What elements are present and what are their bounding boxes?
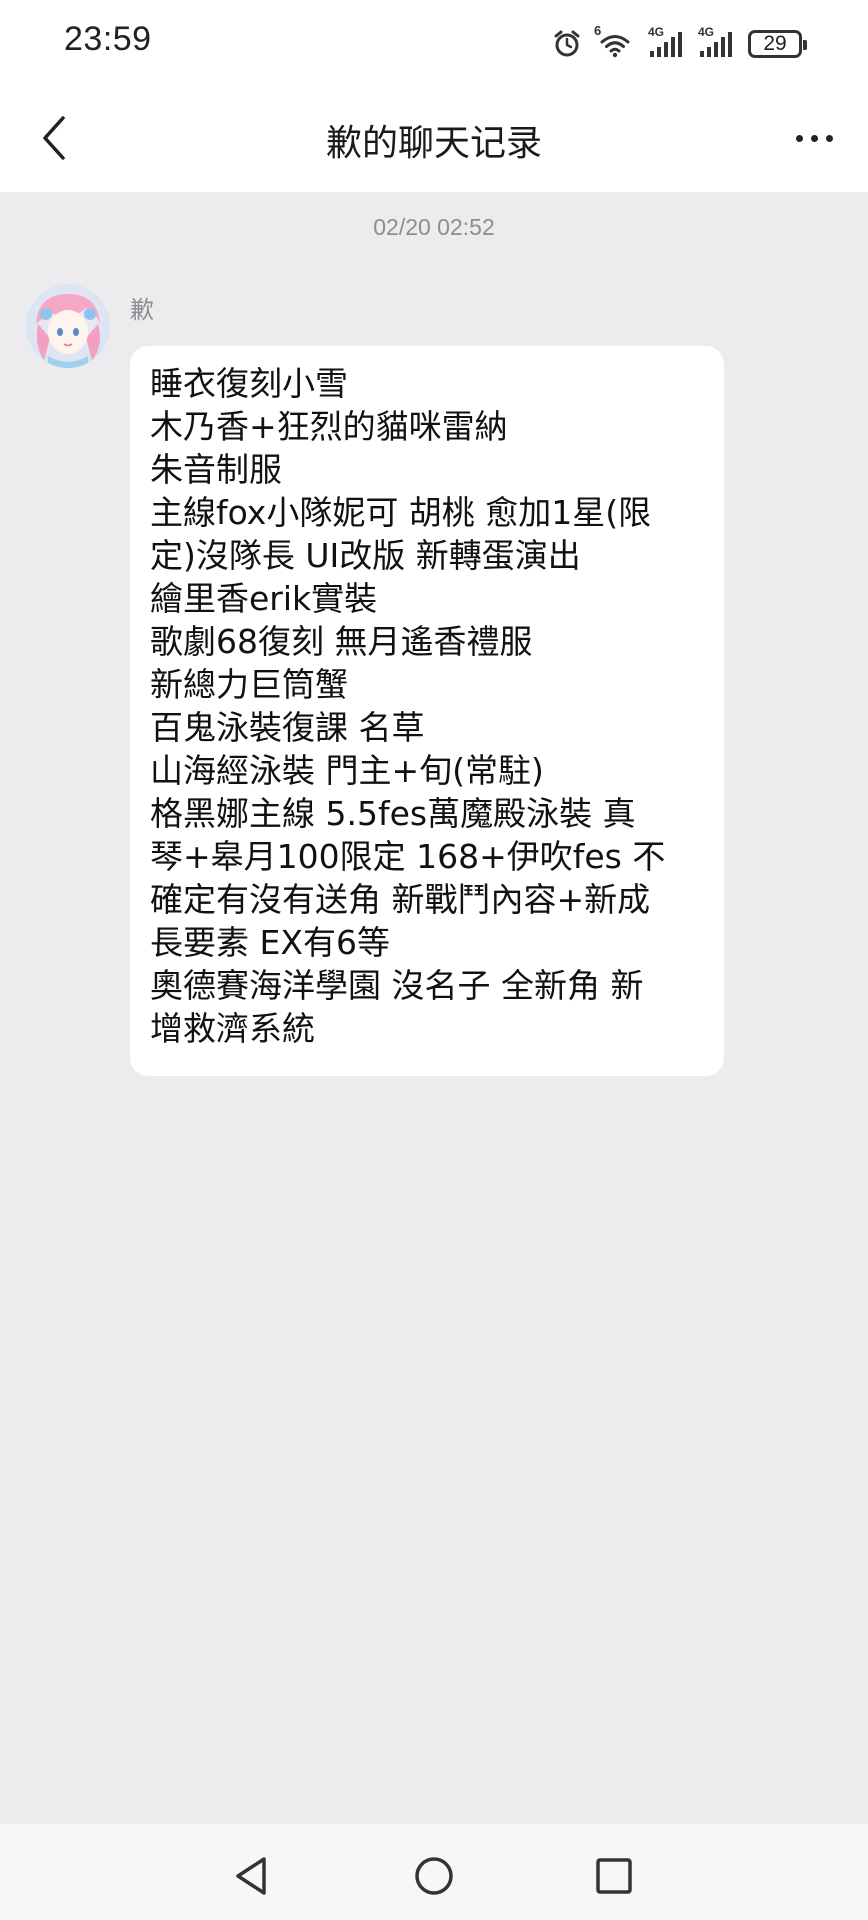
battery-level: 29 [763,32,787,55]
message-line: 確定有沒有送角 新戰鬥內容+新成 [150,880,651,919]
system-home-button[interactable] [406,1848,462,1904]
network-type-1: 4G [648,25,665,39]
wifi-icon: 6 [594,23,634,59]
status-time: 23:59 [64,20,152,58]
circle-home-icon [415,1857,453,1895]
alarm-icon [552,29,582,59]
system-back-button[interactable] [224,1848,280,1904]
system-navigation-bar [0,1824,868,1920]
system-recents-button[interactable] [586,1848,642,1904]
message-line: 睡衣復刻小雪 [150,364,348,403]
message-line: 長要素 EX有6等 [150,923,390,962]
message-line: 歌劇68復刻 無月遙香禮服 [150,622,533,661]
square-recents-icon [596,1858,632,1894]
more-dot [825,134,833,142]
more-dot [810,134,818,142]
message-line: 格黑娜主線 5.5fes萬魔殿泳裝 真 [150,794,636,833]
cellular-signal-2-icon: 4G [698,25,734,59]
status-bar: 23:59 6 4G 4G 29 [0,0,868,84]
sender-avatar[interactable] [26,284,110,368]
message-timestamp: 02/20 02:52 [373,214,495,240]
sender-name: 歉 [130,296,154,324]
status-icons: 6 4G 4G 29 [552,23,807,64]
chat-area[interactable]: 02/20 02:52 歉 睡衣復刻小雪 木乃香+狂烈的貓咪雷納 朱音制服 主線… [0,192,868,1824]
message-line: 奧德賽海洋學園 沒名子 全新角 新 [150,966,644,1005]
more-horizontal-icon [795,134,803,142]
message-line: 朱音制服 [150,450,282,489]
network-type-2: 4G [698,25,715,39]
message-line: 山海經泳裝 門主+旬(常駐) [150,751,544,790]
more-options-button[interactable] [782,106,846,170]
chat-history-screen: 23:59 6 4G 4G 29 歉的聊天记录 02/20 02:52 歉 睡衣… [0,0,868,1920]
message-line: 繪里香erik實裝 [150,579,378,618]
message-line: 新總力巨筒蟹 [150,665,348,704]
battery-icon: 29 [748,30,807,58]
message-bubble[interactable]: 睡衣復刻小雪 木乃香+狂烈的貓咪雷納 朱音制服 主線fox小隊妮可 胡桃 愈加1… [130,346,724,1076]
message-line: 百鬼泳裝復課 名草 [150,708,425,747]
triangle-back-icon [236,1857,266,1895]
page-title: 歉的聊天记录 [325,123,542,164]
message-line: 增救濟系統 [150,1009,315,1048]
message-line: 定)沒隊長 UI改版 新轉蛋演出 [150,536,581,575]
message-line: 主線fox小隊妮可 胡桃 愈加1星(限 [150,493,652,532]
nav-header: 歉的聊天记录 [0,84,868,192]
message-line: 木乃香+狂烈的貓咪雷納 [150,407,508,446]
wifi-badge: 6 [594,23,602,38]
message-line: 琴+皋月100限定 168+伊吹fes 不 [150,837,666,876]
cellular-signal-1-icon: 4G [648,25,684,59]
avatar-image [26,284,110,368]
